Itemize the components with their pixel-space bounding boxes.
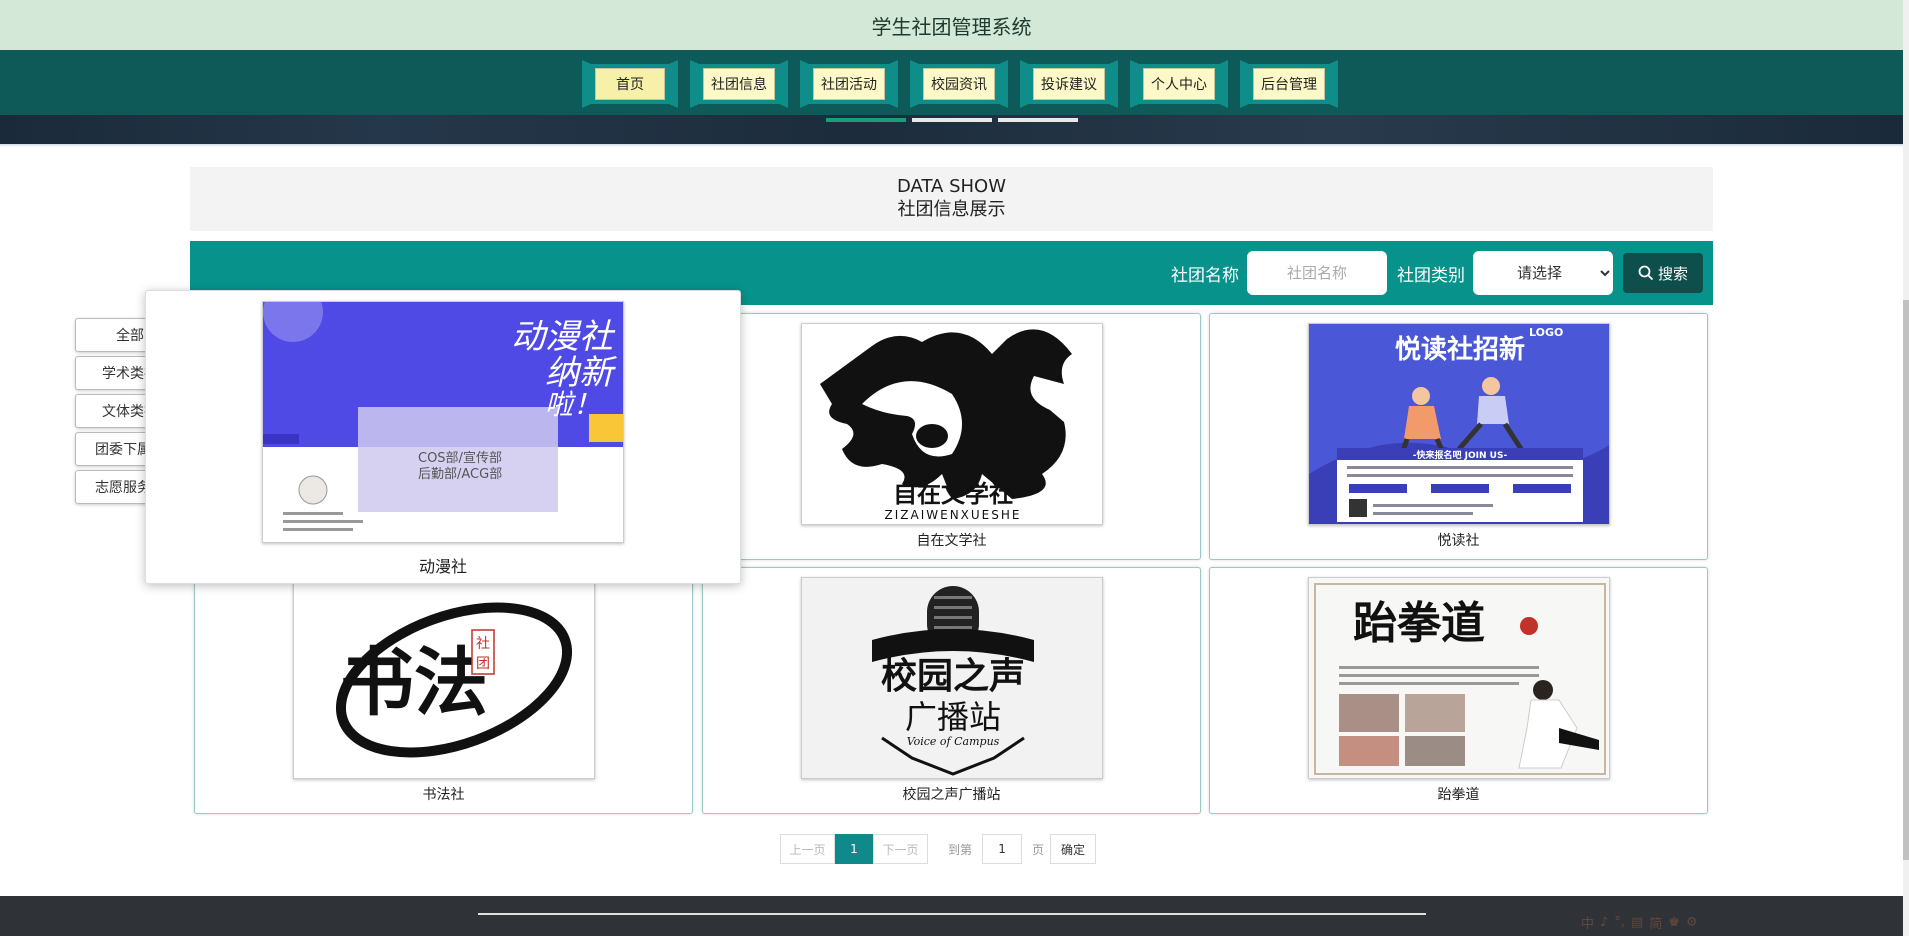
svg-text:-快来报名吧 JOIN US-: -快来报名吧 JOIN US- — [1412, 449, 1507, 461]
club-category-label: 社团类别 — [1397, 265, 1465, 286]
site-title: 学生社团管理系统 — [871, 14, 1032, 39]
club-card[interactable]: 自在文学社 ZIZAIWENXUESHE 自在文学社 — [702, 313, 1201, 560]
club-card-hovered[interactable]: 动漫社 纳新 啦！ COS部/宣传部 后勤部/ACG部 动漫社 — [145, 290, 741, 584]
svg-text:后勤部/ACG部: 后勤部/ACG部 — [418, 467, 502, 482]
nav-item-admin[interactable]: 后台管理 — [1240, 60, 1338, 108]
ime-icon[interactable]: ⚙ — [1686, 915, 1698, 930]
main-nav: 首页 社团信息 社团活动 校园资讯 投诉建议 个人中心 后台管理 — [582, 60, 1338, 108]
club-name: 校园之声广播站 — [902, 787, 1001, 803]
svg-text:悦读社招新: 悦读社招新 — [1394, 334, 1524, 365]
club-card[interactable]: 校园之声 广播站 Voice of Campus 校园之声广播站 — [702, 567, 1201, 814]
main-nav-bar: 首页 社团信息 社团活动 校园资讯 投诉建议 个人中心 后台管理 — [0, 50, 1903, 115]
section-title-cn: 社团信息展示 — [897, 199, 1006, 220]
ime-icon[interactable]: ♚ — [1668, 915, 1680, 930]
carousel-dot[interactable] — [912, 118, 992, 122]
svg-text:ZIZAIWENXUESHE: ZIZAIWENXUESHE — [884, 508, 1021, 522]
ime-icon[interactable]: ♪ — [1600, 915, 1608, 930]
site-title-bar: 学生社团管理系统 — [0, 0, 1903, 50]
footer-divider — [478, 913, 1426, 915]
svg-text:自在文学社: 自在文学社 — [893, 480, 1013, 508]
svg-text:团: 团 — [476, 656, 490, 672]
club-card[interactable]: 书法 社 团 书法社 — [194, 567, 693, 814]
page-jump-input[interactable] — [982, 834, 1023, 864]
nav-item-home[interactable]: 首页 — [582, 60, 678, 108]
club-name: 跆拳道 — [1437, 787, 1480, 803]
section-title-en: DATA SHOW — [896, 176, 1007, 197]
svg-text:动漫社: 动漫社 — [511, 317, 616, 357]
ime-icon[interactable]: 简 — [1649, 913, 1662, 932]
search-button[interactable]: 搜索 — [1623, 253, 1703, 293]
ime-icon[interactable]: 中 — [1581, 913, 1594, 932]
carousel-dot[interactable] — [998, 118, 1078, 122]
club-name-input[interactable] — [1247, 251, 1387, 295]
club-name: 自在文学社 — [916, 533, 987, 549]
page-number-current[interactable]: 1 — [835, 834, 873, 864]
svg-text:LOGO: LOGO — [1529, 326, 1563, 339]
nav-item-complaints[interactable]: 投诉建议 — [1020, 60, 1118, 108]
club-category-select[interactable]: 请选择 — [1473, 251, 1613, 295]
carousel-dot-active[interactable] — [826, 118, 906, 122]
footer: 中 ♪ °, ▤ 简 ♚ ⚙ — [0, 896, 1903, 936]
prev-page-button[interactable]: 上一页 — [780, 834, 835, 864]
svg-text:啦！: 啦！ — [545, 388, 601, 421]
svg-text:跆拳道: 跆拳道 — [1353, 598, 1485, 649]
svg-text:纳新: 纳新 — [545, 353, 618, 393]
ime-icon[interactable]: ▤ — [1631, 915, 1643, 930]
search-icon — [1638, 265, 1654, 281]
nav-item-campus-news[interactable]: 校园资讯 — [910, 60, 1008, 108]
svg-text:广播站: 广播站 — [904, 698, 1000, 736]
nav-item-personal-center[interactable]: 个人中心 — [1130, 60, 1228, 108]
club-card[interactable]: LOGO 悦读社招新 -快来报名吧 JOIN US- 悦读社 — [1209, 313, 1708, 560]
club-name-label: 社团名称 — [1171, 265, 1239, 286]
club-name: 悦读社 — [1437, 533, 1480, 549]
club-name: 书法社 — [422, 787, 465, 803]
svg-text:校园之声: 校园之声 — [880, 656, 1024, 697]
club-poster-image: 校园之声 广播站 Voice of Campus — [800, 577, 1103, 779]
club-name: 动漫社 — [418, 557, 467, 576]
club-poster-image: 自在文学社 ZIZAIWENXUESHE — [800, 323, 1103, 525]
next-page-button[interactable]: 下一页 — [873, 834, 928, 864]
page-scrollbar[interactable] — [1903, 0, 1909, 936]
svg-text:Voice of Campus: Voice of Campus — [906, 735, 999, 748]
goto-label: 到第 — [948, 842, 973, 857]
pagination: 上一页 1 下一页 到第 页 确定 — [780, 834, 1097, 864]
page-unit-label: 页 — [1032, 842, 1045, 857]
club-poster-image: 书法 社 团 — [292, 577, 595, 779]
club-poster-image: 动漫社 纳新 啦！ COS部/宣传部 后勤部/ACG部 — [262, 301, 624, 543]
section-title: DATA SHOW 社团信息展示 — [190, 167, 1713, 231]
svg-text:社: 社 — [476, 636, 490, 652]
ime-icon[interactable]: °, — [1614, 915, 1625, 930]
club-poster-image: LOGO 悦读社招新 -快来报名吧 JOIN US- — [1307, 323, 1610, 525]
nav-item-club-info[interactable]: 社团信息 — [690, 60, 788, 108]
club-poster-image: 跆拳道 — [1307, 577, 1610, 779]
nav-item-club-activity[interactable]: 社团活动 — [800, 60, 898, 108]
svg-text:书法: 书法 — [340, 640, 488, 726]
page-jump-confirm-button[interactable]: 确定 — [1050, 834, 1097, 864]
scrollbar-thumb[interactable] — [1903, 300, 1909, 860]
svg-text:COS部/宣传部: COS部/宣传部 — [418, 450, 502, 466]
club-card[interactable]: 跆拳道 跆拳道 — [1209, 567, 1708, 814]
ime-toolbar[interactable]: 中 ♪ °, ▤ 简 ♚ ⚙ — [1577, 912, 1782, 932]
